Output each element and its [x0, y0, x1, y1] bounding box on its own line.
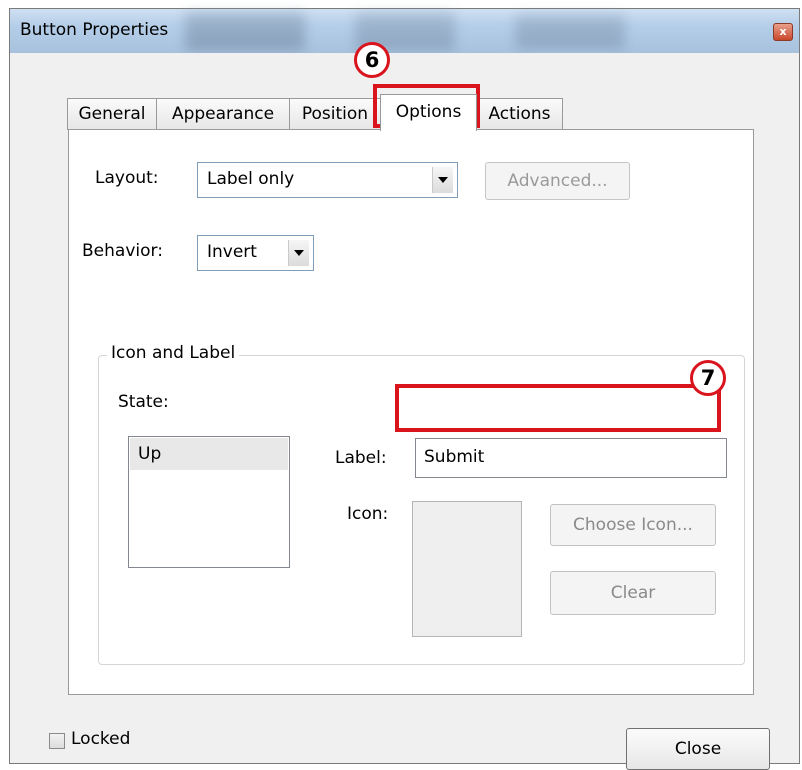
choose-icon-button[interactable]: Choose Icon... — [550, 504, 716, 546]
label-input[interactable]: Submit — [415, 438, 727, 478]
icon-preview — [412, 501, 522, 637]
tab-options[interactable]: Options — [380, 94, 477, 131]
tab-appearance[interactable]: Appearance — [156, 98, 290, 130]
locked-checkbox[interactable] — [49, 733, 65, 749]
tab-actions[interactable]: Actions — [476, 98, 563, 130]
chevron-down-icon[interactable] — [432, 167, 453, 193]
layout-select[interactable]: Label only — [197, 162, 458, 198]
list-item[interactable]: Up — [130, 438, 288, 470]
label-label: Label: — [335, 448, 387, 468]
locked-label: Locked — [71, 729, 131, 749]
chevron-down-icon[interactable] — [288, 240, 309, 266]
advanced-button[interactable]: Advanced... — [485, 162, 630, 200]
layout-value: Label only — [207, 169, 295, 189]
icon-label: Icon: — [347, 504, 389, 524]
window-title: Button Properties — [20, 20, 169, 40]
state-listbox[interactable]: Up — [128, 436, 290, 568]
clear-button[interactable]: Clear — [550, 571, 716, 615]
group-title: Icon and Label — [107, 343, 240, 363]
state-label: State: — [118, 392, 169, 412]
label-input-value: Submit — [424, 447, 485, 467]
close-button[interactable]: Close — [626, 728, 770, 770]
background-blur — [515, 15, 625, 49]
title-bar[interactable]: Button Properties x — [10, 9, 799, 54]
tab-general[interactable]: General — [67, 98, 157, 130]
callout-marker-7: 7 — [690, 360, 726, 396]
layout-label: Layout: — [95, 168, 159, 188]
callout-marker-6: 6 — [354, 42, 390, 78]
behavior-select[interactable]: Invert — [197, 235, 314, 271]
behavior-value: Invert — [207, 242, 257, 262]
behavior-label: Behavior: — [82, 241, 163, 261]
tab-position[interactable]: Position — [289, 98, 381, 130]
highlight-label-field — [395, 384, 721, 432]
close-window-icon[interactable]: x — [773, 23, 793, 41]
background-blur — [185, 13, 305, 51]
